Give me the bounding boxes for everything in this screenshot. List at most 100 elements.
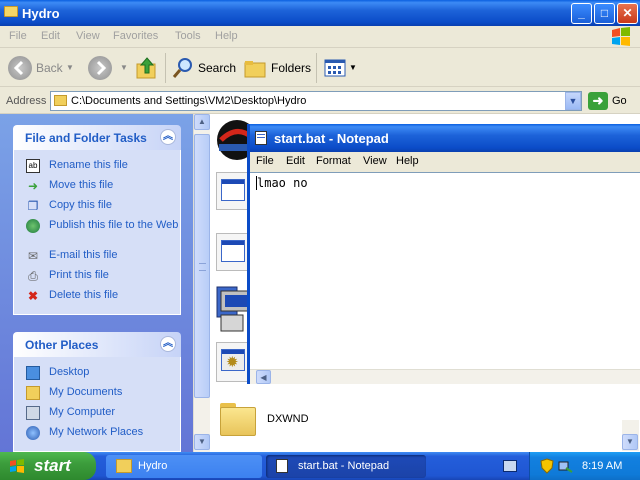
back-arrow-icon [8,56,32,80]
app-file-icon[interactable] [216,172,250,210]
app-file-icon[interactable] [216,233,250,271]
network-status-icon[interactable] [558,458,574,474]
task-delete[interactable]: ✖ Delete this file [26,288,176,306]
folder-icon [116,459,132,473]
forward-arrow-icon [88,56,112,80]
taskbar: start Hydro start.bat - Notepad 8:19 AM [0,452,640,480]
move-icon: ➜ [27,179,39,193]
go-button[interactable]: Go [612,95,627,107]
right-scrollbar[interactable]: ▼ [622,420,639,451]
search-label: Search [198,61,237,75]
place-my-computer[interactable]: My Computer [26,405,176,423]
notepad-window: start.bat - Notepad File Edit Format Vie… [247,124,640,384]
file-tasks-header[interactable]: File and Folder Tasks ︽ [13,125,181,150]
menu-edit[interactable]: Edit [41,30,60,42]
folder-icon[interactable] [220,403,256,436]
keyboard-icon[interactable] [503,460,517,472]
taskbar-button-notepad[interactable]: start.bat - Notepad [266,455,426,478]
collapse-chevron-icon[interactable]: ︽ [160,129,176,145]
address-dropdown-icon[interactable]: ▼ [565,92,581,110]
desktop-icon [26,366,40,380]
forward-button[interactable]: ▼ [88,55,128,81]
search-button[interactable]: Search [171,55,241,81]
other-places-title: Other Places [25,338,99,352]
setup-computer-file-icon[interactable] [215,285,251,333]
folder-icon [54,95,67,106]
printer-icon: ⎙ [28,269,38,283]
folders-icon [244,61,266,78]
file-tasks-title: File and Folder Tasks [25,131,147,145]
scroll-left-icon[interactable]: ◀ [256,370,271,384]
task-publish[interactable]: Publish this file to the Web [26,218,178,248]
menu-favorites[interactable]: Favorites [113,30,158,42]
network-icon [26,426,40,440]
rename-icon: ab [26,159,40,173]
back-dropdown-icon[interactable]: ▼ [66,55,76,81]
task-print[interactable]: ⎙ Print this file [26,268,176,286]
scroll-down-icon[interactable]: ▼ [194,434,210,450]
documents-folder-icon [26,386,40,400]
email-icon: ✉ [27,249,39,263]
security-shield-icon[interactable] [540,458,554,474]
minimize-button[interactable]: _ [571,3,592,24]
notepad-icon [255,131,267,145]
system-tray: 8:19 AM [529,452,640,480]
other-places-header[interactable]: Other Places ︽ [13,332,181,357]
place-my-documents[interactable]: My Documents [26,385,176,403]
computer-icon [26,406,40,420]
task-copy[interactable]: ❐ Copy this file [26,198,176,216]
scroll-thumb[interactable] [194,134,210,398]
np-menu-edit[interactable]: Edit [286,155,305,167]
menu-view[interactable]: View [76,30,100,42]
address-input[interactable]: C:\Documents and Settings\VM2\Desktop\Hy… [50,91,582,111]
taskbar-button-hydro[interactable]: Hydro [106,455,262,478]
collapse-chevron-icon[interactable]: ︽ [160,336,176,352]
toolbar-separator [165,53,166,83]
np-menu-view[interactable]: View [363,155,387,167]
notepad-title-bar[interactable]: start.bat - Notepad [250,124,640,152]
address-bar: Address C:\Documents and Settings\VM2\De… [0,88,640,114]
folder-name-dxwnd[interactable]: DXWND [267,413,309,425]
start-button[interactable]: start [0,452,96,480]
place-network[interactable]: My Network Places [26,425,176,443]
address-label: Address [6,95,47,107]
other-places-panel: Desktop My Documents My Computer My Netw… [13,357,181,452]
task-email[interactable]: ✉ E-mail this file [26,248,176,266]
vertical-scrollbar[interactable]: ▲ ▼ [193,114,210,452]
explorer-title: Hydro [22,6,60,21]
start-label: start [34,456,71,475]
np-menu-help[interactable]: Help [396,155,419,167]
menu-help[interactable]: Help [215,30,238,42]
menu-file[interactable]: File [9,30,27,42]
clock[interactable]: 8:19 AM [582,460,622,472]
go-arrow-icon[interactable]: ➜ [588,92,608,110]
place-desktop[interactable]: Desktop [26,365,176,383]
toolbar-separator [316,53,317,83]
task-rename[interactable]: ab Rename this file [26,158,176,176]
folders-button[interactable]: Folders [243,55,313,81]
views-button[interactable]: ▼ [323,55,357,81]
globe-icon [26,219,40,233]
maximize-button[interactable]: □ [594,3,615,24]
settings-gear-file-icon[interactable]: ✹ [216,342,250,382]
notepad-menu-bar: File Edit Format View Help [250,152,640,172]
explorer-menu-bar: File Edit View Favorites Tools Help [0,26,640,48]
notepad-text-area[interactable]: lmao no [250,172,640,369]
horizontal-scrollbar[interactable]: ◀ [250,369,640,384]
back-button[interactable]: Back [8,55,68,81]
folders-label: Folders [271,61,312,75]
explorer-title-bar[interactable]: Hydro _ □ ✕ [0,0,640,26]
scroll-up-icon[interactable]: ▲ [194,114,210,130]
scroll-down-icon[interactable]: ▼ [622,434,638,450]
views-icon [324,59,346,77]
task-move[interactable]: ➜ Move this file [26,178,176,196]
back-label: Back [36,61,63,75]
delete-x-icon: ✖ [27,289,39,303]
np-menu-file[interactable]: File [256,155,274,167]
menu-tools[interactable]: Tools [175,30,201,42]
copy-icon: ❐ [27,199,39,213]
close-button[interactable]: ✕ [617,3,638,24]
up-folder-button[interactable] [135,55,159,81]
np-menu-format[interactable]: Format [316,155,351,167]
windows-logo-icon [612,27,630,46]
